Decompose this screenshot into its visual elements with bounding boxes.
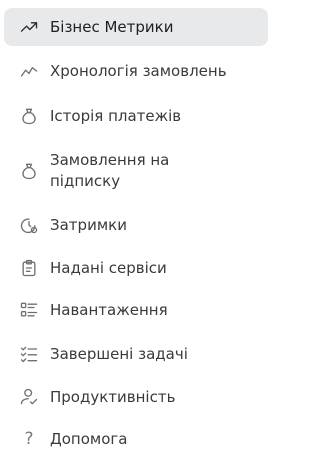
user-check-icon (18, 386, 40, 408)
sidebar-item-label: Хронологія замовлень (50, 61, 227, 80)
line-chart-icon (18, 60, 40, 82)
money-bag-icon (18, 160, 40, 182)
sidebar-item-workload[interactable]: Навантаження (4, 291, 268, 329)
sidebar-item-provided-services[interactable]: Надані сервіси (4, 249, 268, 287)
trending-up-icon (18, 16, 40, 38)
sidebar-item-label: Бізнес Метрики (50, 17, 174, 36)
help-icon: ? (24, 429, 34, 449)
list-icon (18, 299, 40, 321)
sidebar-item-business-metrics[interactable]: Бізнес Метрики (4, 8, 268, 46)
clipboard-icon (18, 257, 40, 279)
checklist-icon (18, 343, 40, 365)
money-bag-icon (18, 105, 40, 127)
sidebar-item-label: Затримки (50, 215, 127, 234)
sidebar-item-label: Навантаження (50, 300, 168, 319)
clock-alert-icon (18, 214, 40, 236)
sidebar-item-label: Історія платежів (50, 106, 182, 125)
sidebar-item-label: Допомога (50, 429, 128, 448)
sidebar-nav: Бізнес Метрики Хронологія замовлень Істо… (0, 0, 274, 459)
sidebar-item-order-chronology[interactable]: Хронологія замовлень (4, 52, 268, 90)
sidebar-item-label: Продуктивність (50, 387, 176, 406)
sidebar-item-delays[interactable]: Затримки (4, 206, 268, 244)
sidebar-item-payment-history[interactable]: Історія платежів (4, 97, 268, 135)
sidebar-item-completed-tasks[interactable]: Завершені задачі (4, 335, 268, 373)
sidebar-item-label: Замовлення на підписку (50, 151, 170, 190)
sidebar-item-productivity[interactable]: Продуктивність (4, 378, 268, 416)
sidebar-item-label: Завершені задачі (50, 344, 188, 363)
sidebar-item-help[interactable]: ? Допомога (4, 420, 268, 458)
sidebar-item-label: Надані сервіси (50, 258, 167, 277)
sidebar-item-subscription-orders[interactable]: Замовлення на підписку (4, 143, 268, 199)
